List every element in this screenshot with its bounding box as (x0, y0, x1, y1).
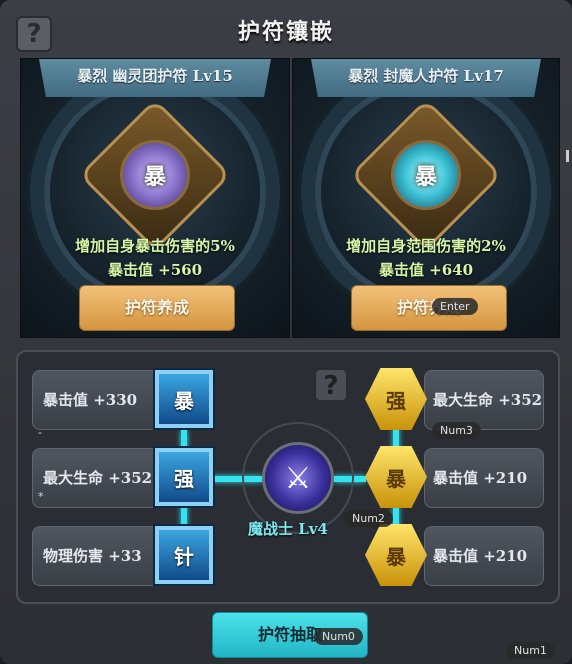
left-slot-stat: 暴击值 +330 (32, 370, 162, 430)
hotkey-hint-num1: Num1 (506, 642, 555, 659)
amulet-effect-text: 增加自身范围伤害的2% (346, 237, 506, 255)
amulet-upgrade-button[interactable]: 护符养成 (351, 285, 507, 331)
hotkey-hint-enter: Enter (432, 298, 478, 315)
right-slot-stat: 暴击值 +210 (424, 526, 544, 586)
hotkey-hint-num0: Num0 (314, 628, 363, 645)
right-slot-stat: 最大生命 +352 (424, 370, 544, 430)
window-title: 护符镶嵌 (237, 19, 334, 45)
amulet-card-left: 暴烈 幽灵团护符 Lv15 暴 增加自身暴击伤害的5% 暴击值 +560 护符养… (20, 58, 290, 338)
amulet-crit-value: 暴击值 +640 (378, 261, 474, 279)
scroll-edge-mark (566, 150, 569, 162)
socket-gem-pierce[interactable]: 针 (155, 526, 213, 584)
hero-class-label: 魔战士 Lv4 (248, 520, 328, 538)
hotkey-hint-num2: Num2 (344, 510, 393, 527)
amulet-name-banner: 暴烈 幽灵团护符 Lv15 (39, 59, 271, 97)
hotkey-hint-num3: Num3 (432, 422, 481, 439)
socket-help-icon[interactable]: ? (314, 368, 348, 402)
hotkey-hint-star: * (38, 490, 44, 503)
amulet-name-banner: 暴烈 封魔人护符 Lv17 (311, 59, 541, 97)
help-icon[interactable]: ? (16, 16, 52, 52)
left-slot-stat: 物理伤害 +33 (32, 526, 162, 586)
amulet-inlay-window: 护符镶嵌 ? 暴烈 幽灵团护符 Lv15 暴 增加自身暴击伤害的5% 暴击值 +… (0, 0, 572, 664)
amulet-upgrade-button[interactable]: 护符养成 (79, 285, 235, 331)
hotkey-hint-minus: - (38, 426, 42, 439)
socket-gem-strength[interactable]: 强 (155, 448, 213, 506)
amulet-crit-value: 暴击值 +560 (107, 261, 203, 279)
left-slot-stat: 最大生命 +352 (32, 448, 162, 508)
amulet-emblem[interactable]: 暴 (349, 98, 503, 252)
crit-glyph-icon: 暴 (120, 140, 190, 210)
amulet-card-right: 暴烈 封魔人护符 Lv17 暴 增加自身范围伤害的2% 暴击值 +640 护符养… (292, 58, 560, 338)
right-slot-stat: 暴击值 +210 (424, 448, 544, 508)
crit-glyph-icon: 暴 (391, 140, 461, 210)
amulet-emblem[interactable]: 暴 (78, 98, 232, 252)
socket-gem-crit[interactable]: 暴 (155, 370, 213, 428)
hero-portrait-icon[interactable]: ⚔ (262, 442, 334, 514)
amulet-effect-text: 增加自身暴击伤害的5% (75, 237, 235, 255)
